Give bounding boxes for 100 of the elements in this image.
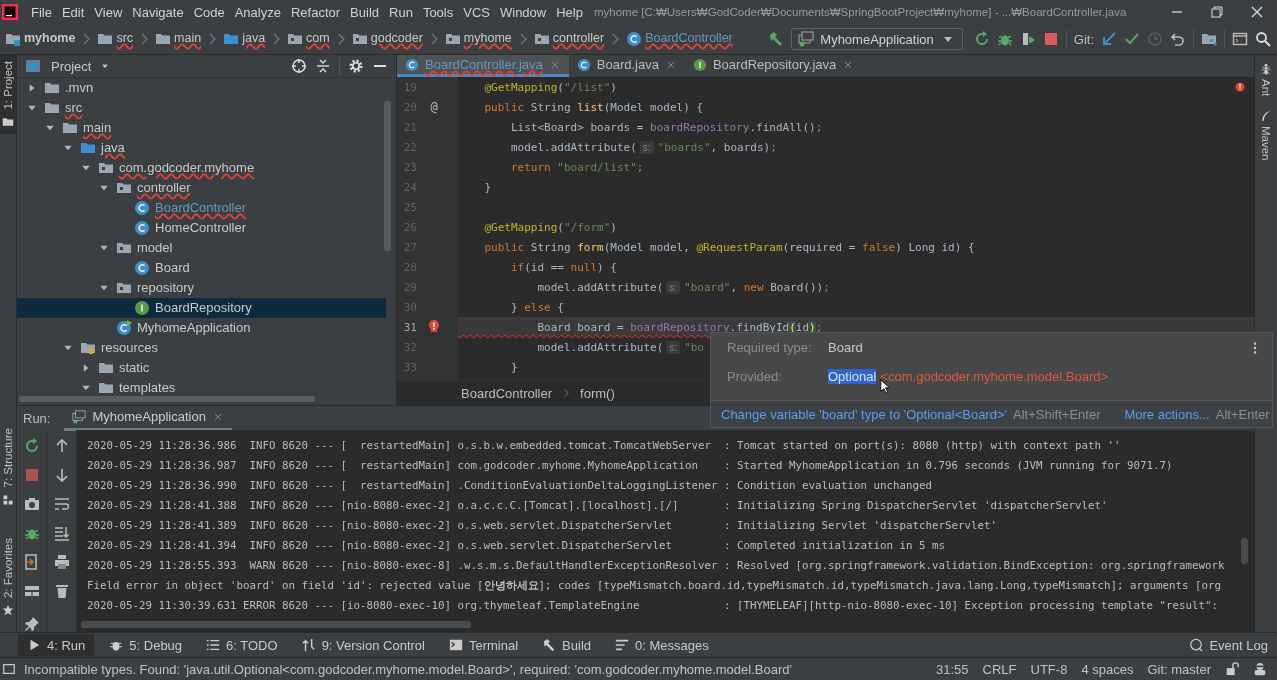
shortcut-label: Alt+Shift+Enter: [1013, 406, 1101, 422]
tool-window-button[interactable]: 7: Structure: [0, 422, 16, 512]
code-line: return "board/list";: [509, 160, 644, 174]
field-label: Provided:: [727, 369, 783, 384]
tree-item[interactable]: model: [17, 238, 386, 258]
tool-window-button[interactable]: 2: Favorites: [0, 531, 16, 622]
log-line: 2020-05-29 11:28:55.393 WARN 8620 --- [nio-8080-exec-8] .w.s.m.s.DefaultHandlerExceptionResolver : Resolved [org.springframework.validation.BindException: org.springframework: [87, 558, 1226, 574]
code-line: public String list(Model model) {: [483, 100, 704, 114]
breadcrumb-item[interactable]: godcoder: [370, 31, 423, 47]
menu-item[interactable]: Navigate: [127, 4, 189, 20]
code-line: model.addAttribute( s: "bo: [536, 340, 704, 354]
tree-item[interactable]: Board: [17, 258, 386, 278]
vcs-label: Git:: [1073, 31, 1094, 47]
status-item[interactable]: CRLF: [982, 661, 1017, 677]
tool-window-tab[interactable]: 0: Messages: [606, 634, 718, 656]
menu-item[interactable]: Analyze: [229, 4, 286, 20]
menu-item[interactable]: Run: [384, 4, 418, 20]
tree-item[interactable]: controller: [17, 178, 386, 198]
line-number: 31: [402, 320, 417, 334]
tool-window-button[interactable]: Maven: [1260, 110, 1272, 161]
breadcrumb-item[interactable]: src: [116, 31, 134, 47]
more-actions-link[interactable]: More actions...: [1124, 406, 1210, 422]
gutter-marker[interactable]: @: [430, 100, 438, 114]
tree-label: HomeController: [155, 219, 247, 237]
tree-label: templates: [119, 379, 176, 397]
code-line: public String form(Model model, @RequestParam(required = false) Long id) {: [483, 240, 975, 254]
code-line: } else {: [509, 300, 564, 314]
breadcrumb-item[interactable]: com: [306, 31, 330, 47]
tree-item[interactable]: com.godcoder.myhome: [17, 158, 386, 178]
tree-item[interactable]: HomeController: [17, 218, 386, 238]
log-line: 2020-05-29 11:28:36.987 INFO 8620 --- [ restartedMain] com.godcoder.myhome.MyhomeApplication : Started MyhomeApplication in 0.796 seconds (JVM running for 9071.7): [87, 458, 1174, 474]
status-item[interactable]: 31:55: [936, 661, 969, 677]
tree-label: main: [83, 119, 112, 137]
log-line: 2020-05-29 11:28:36.990 INFO 8620 --- [ restartedMain] .ConditionEvaluationDeltaLoggingListener : Condition evaluation unchanged: [87, 478, 934, 494]
breadcrumb-item[interactable]: controller: [552, 31, 605, 47]
tree-label: model: [137, 239, 173, 257]
tree-label: com.godcoder.myhome: [119, 159, 255, 177]
quick-fix-link[interactable]: Change variable 'board' type to 'Optional<Board>': [721, 406, 1007, 422]
code-line: model.addAttribute( s: "board", new Board());: [536, 280, 830, 294]
panel-title[interactable]: Project: [51, 58, 92, 74]
tool-window-tab[interactable]: 4: Run: [18, 634, 95, 656]
code-line: }: [509, 360, 518, 374]
editor-tab[interactable]: BoardRepository.java: [684, 55, 863, 77]
status-item[interactable]: 4 spaces: [1081, 661, 1134, 677]
tree-label: java: [101, 139, 125, 157]
tree-label: Board: [155, 259, 190, 277]
tree-item[interactable]: templates: [17, 378, 386, 398]
panel-label: Run:: [23, 410, 51, 426]
field-label: Required type:: [727, 340, 813, 355]
tool-window-tab[interactable]: Terminal: [439, 634, 528, 656]
breadcrumb-item[interactable]: myhome: [24, 31, 76, 47]
menu-item[interactable]: Refactor: [285, 4, 346, 20]
tree-item[interactable]: BoardRepository: [17, 298, 386, 318]
status-item[interactable]: UTF-8: [1030, 661, 1068, 677]
tree-item[interactable]: BoardController: [17, 198, 386, 218]
menu-item[interactable]: Tools: [417, 4, 459, 20]
breadcrumb-item[interactable]: BoardController: [645, 31, 733, 47]
tool-window-tab[interactable]: 5: Debug: [100, 634, 192, 656]
status-message: Incompatible types. Found: 'java.util.Optional<com.godcoder.myhome.model.Board>', required: 'com.godcoder.myhome.model.Board': [24, 661, 792, 677]
log-line: 2020-05-29 11:28:41.394 INFO 8620 --- [nio-8080-exec-2] o.s.web.servlet.DispatcherServlet : Completed initialization in 5 ms: [87, 538, 947, 554]
menu-item[interactable]: Help: [551, 4, 588, 20]
tree-item[interactable]: resources: [17, 338, 386, 358]
tree-item[interactable]: src: [17, 98, 386, 118]
code-line: @GetMapping("/form"): [483, 220, 617, 234]
code-line: if(id == null) {: [509, 260, 617, 274]
tree-label: MyhomeApplication: [137, 319, 251, 337]
breadcrumb-item[interactable]: form(): [580, 385, 615, 401]
tool-window-button[interactable]: Ant: [1260, 63, 1272, 97]
tree-item[interactable]: repository: [17, 278, 386, 298]
tree-item[interactable]: java: [17, 138, 386, 158]
menu-item[interactable]: View: [89, 4, 128, 20]
menu-item[interactable]: Window: [494, 4, 552, 20]
menu-item[interactable]: VCS: [458, 4, 495, 20]
breadcrumb-item[interactable]: main: [174, 31, 202, 47]
breadcrumb-item[interactable]: BoardController: [461, 385, 553, 401]
editor-tab[interactable]: Board.java: [568, 55, 685, 77]
tree-label: .mvn: [65, 79, 94, 97]
menu-item[interactable]: Code: [188, 4, 230, 20]
menu-item[interactable]: File: [26, 4, 57, 20]
menu-item[interactable]: Edit: [56, 4, 90, 20]
log-line: 2020-05-29 11:30:39.631 ERROR 8620 --- [io-8080-exec-10] org.thymeleaf.TemplateEngine : [THYMELEAF][http-nio-8080-exec-10] Exception processing template "result":: [87, 598, 1220, 614]
tree-item[interactable]: MyhomeApplication: [17, 318, 386, 338]
tree-item[interactable]: .mvn: [17, 78, 386, 98]
tool-window-tab[interactable]: 9: Version Control: [292, 634, 434, 656]
breadcrumb-item[interactable]: myhome: [463, 31, 512, 47]
breadcrumb-item[interactable]: java: [242, 31, 266, 47]
code-line: }: [483, 180, 492, 194]
tool-window-tab[interactable]: Build: [533, 634, 600, 656]
menu-item[interactable]: Build: [345, 4, 384, 20]
tool-window-button[interactable]: 1: Project: [0, 55, 16, 134]
code-line: List<Board> boards = boardRepository.findAll();: [509, 120, 823, 134]
status-item[interactable]: Git: master: [1147, 661, 1211, 677]
run-configuration-dropdown[interactable]: MyhomeApplication: [791, 28, 963, 50]
type-name: Optional <com.godcoder.myhome.model.Board>: [828, 369, 1109, 384]
tree-item[interactable]: main: [17, 118, 386, 138]
event-log-tab[interactable]: Event Log: [1180, 634, 1277, 656]
tree-item[interactable]: static: [17, 358, 386, 378]
tool-window-tab[interactable]: 6: TODO: [197, 634, 287, 656]
shortcut-label: Alt+Enter: [1215, 406, 1270, 422]
tree-label: static: [119, 359, 150, 377]
